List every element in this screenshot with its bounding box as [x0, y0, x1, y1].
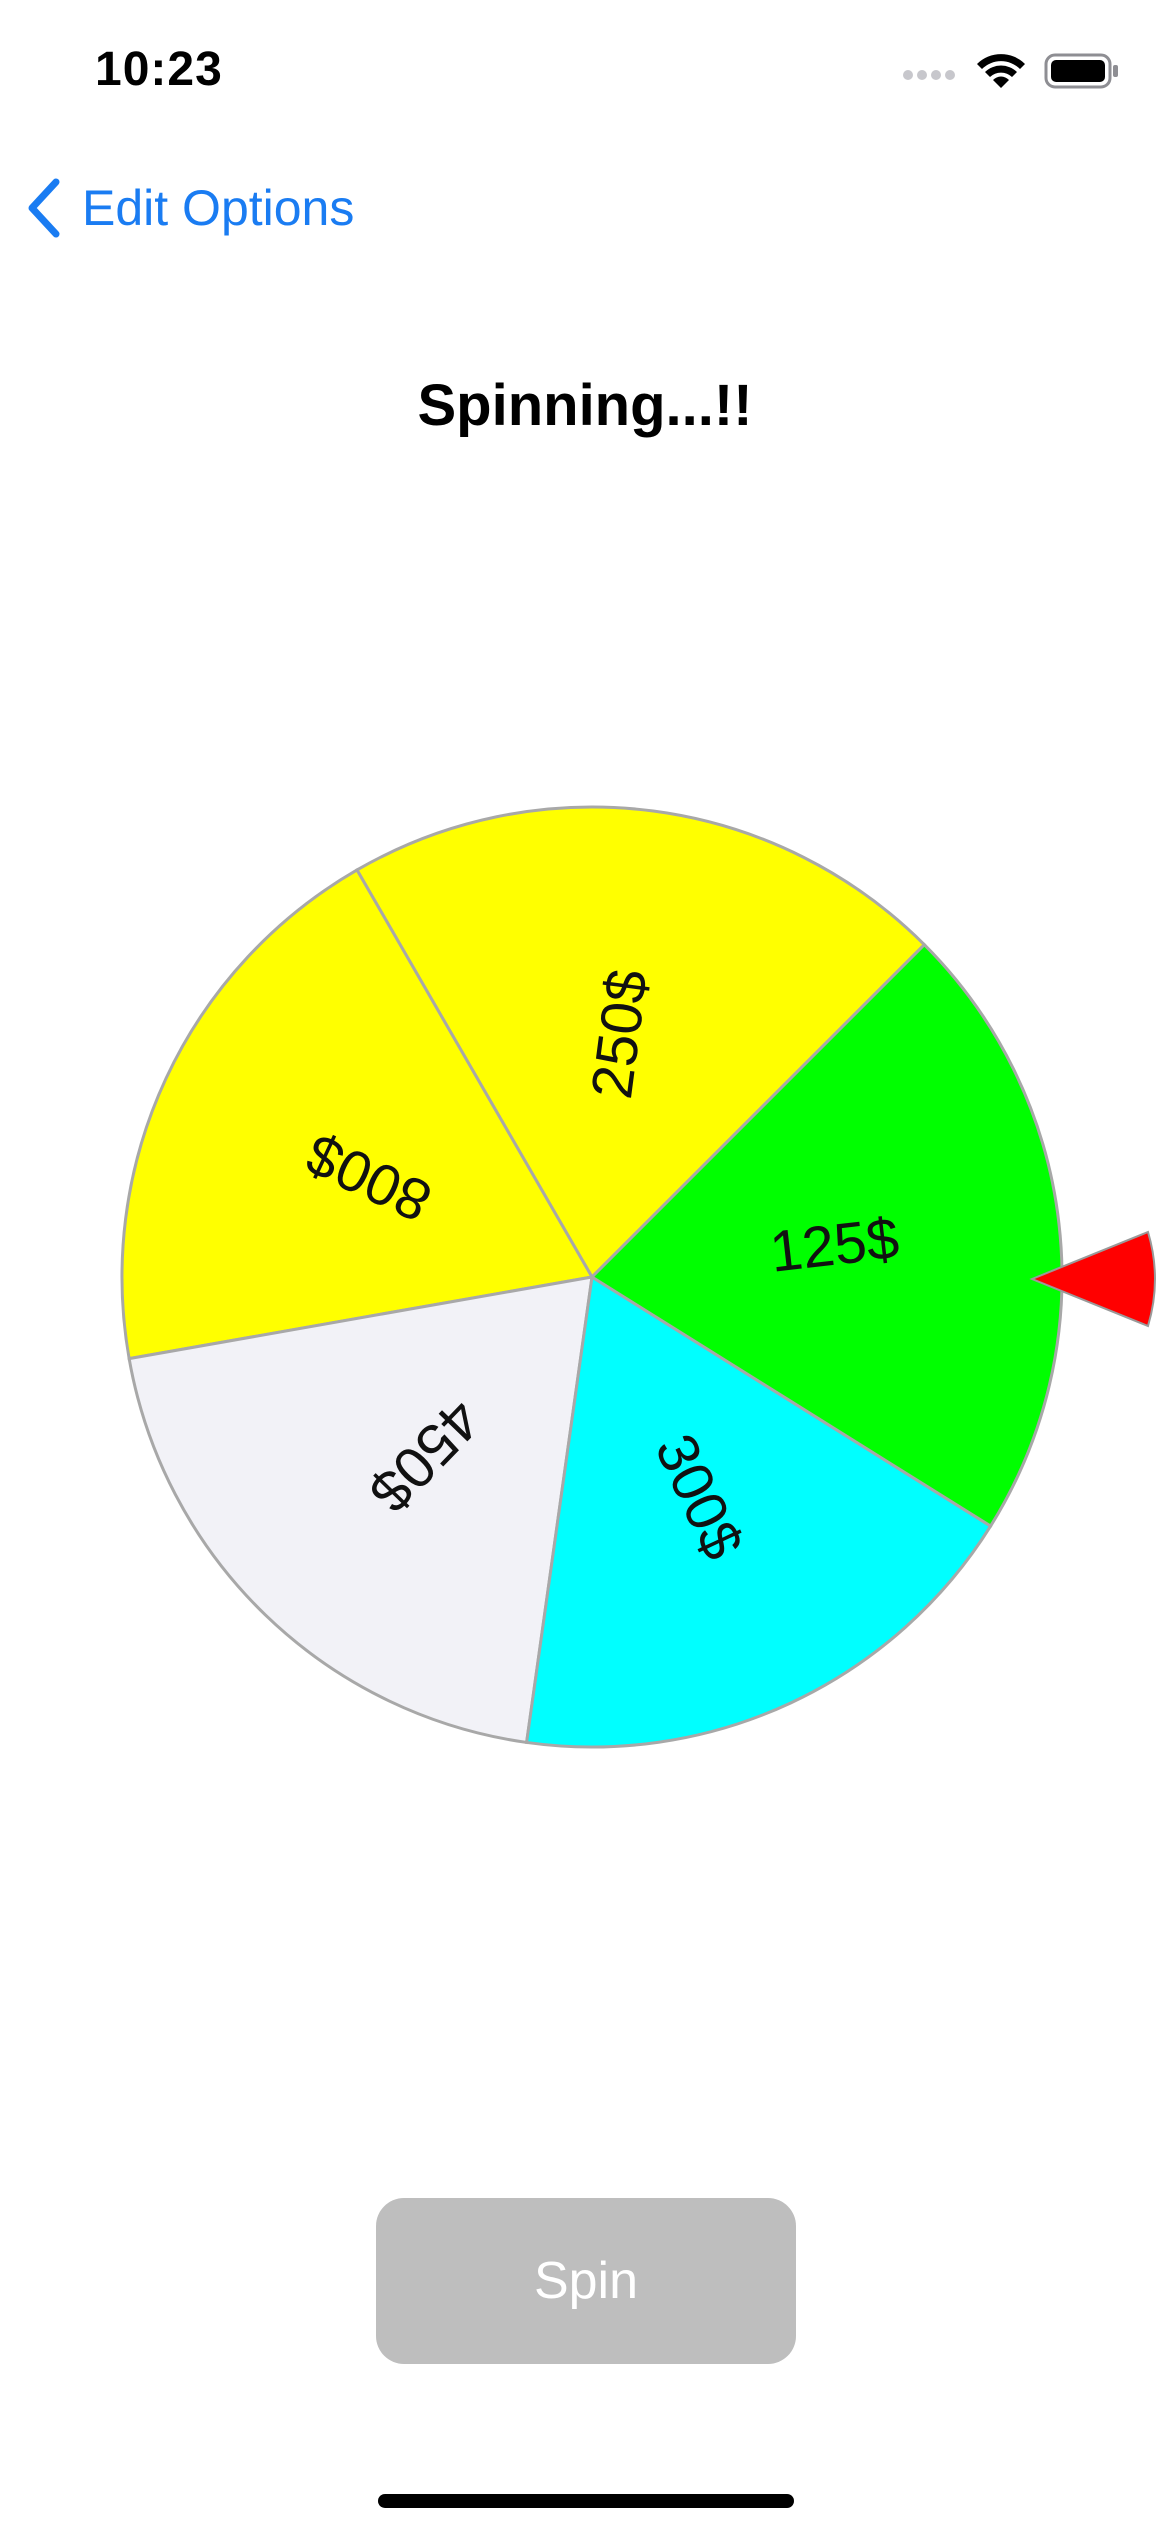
prize-wheel[interactable]: 250$800$450$ 300$125$	[0, 0, 1170, 2532]
spin-button[interactable]: Spin	[376, 2198, 796, 2364]
home-indicator	[378, 2494, 794, 2508]
wheel-segment	[127, 1275, 594, 1745]
